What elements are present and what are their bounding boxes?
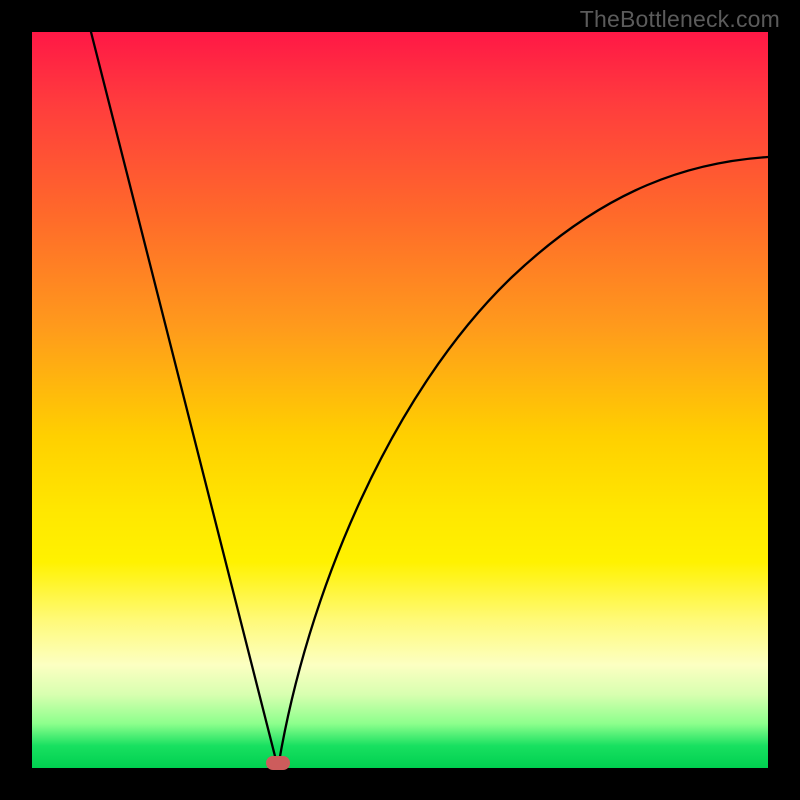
- plot-area: [32, 32, 768, 768]
- curve-left-branch: [91, 32, 278, 768]
- bottleneck-curve: [32, 32, 768, 768]
- optimum-marker: [266, 756, 290, 770]
- chart-frame: TheBottleneck.com: [0, 0, 800, 800]
- watermark-text: TheBottleneck.com: [580, 6, 780, 33]
- curve-right-branch: [278, 157, 768, 768]
